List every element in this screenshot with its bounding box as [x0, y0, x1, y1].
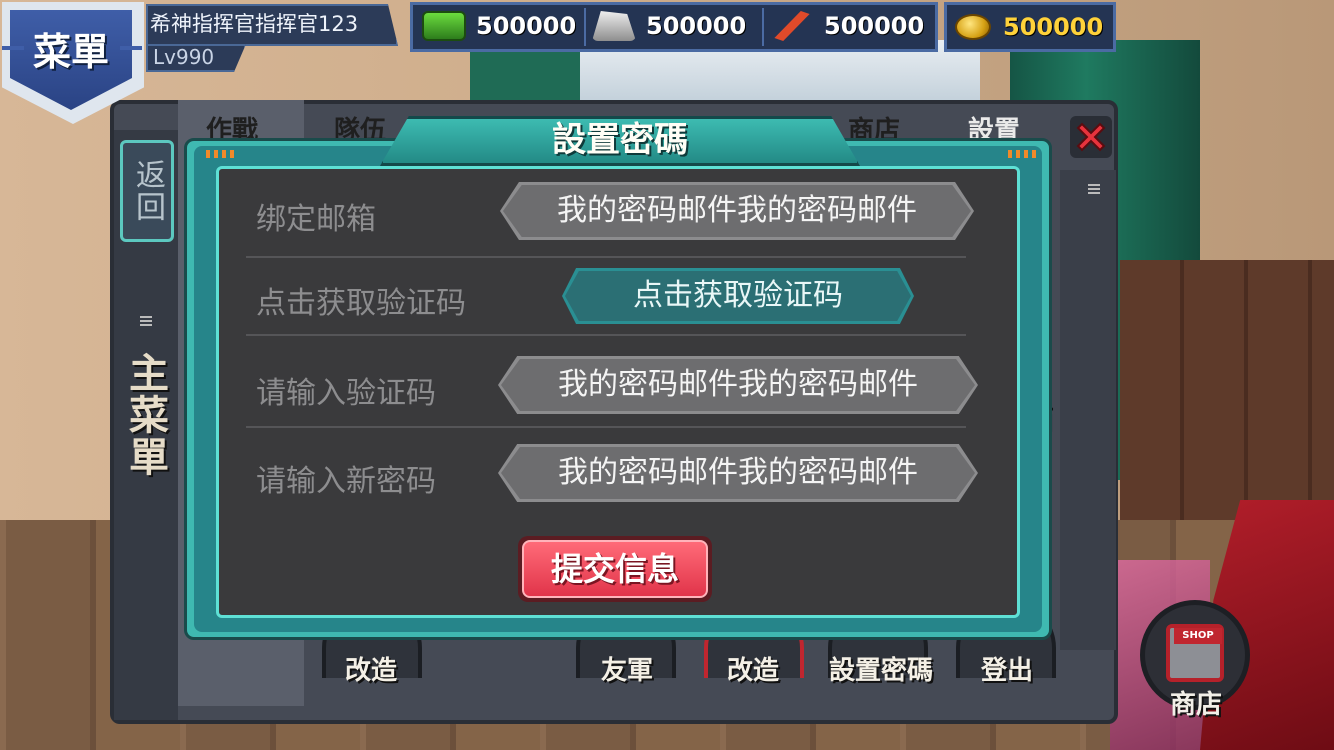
shop-sign: SHOP — [1174, 628, 1222, 644]
back-button[interactable]: 返回 — [120, 140, 174, 242]
resource-ammo[interactable]: 500000 — [422, 8, 576, 44]
player-level: Lv990 — [153, 45, 215, 69]
resource-value: 500000 — [476, 12, 577, 40]
submit-button-label: 提交信息 — [550, 550, 679, 588]
bind-email-value: 我的密码邮件我的密码邮件 — [557, 193, 917, 228]
bottom-button-logout[interactable]: 登出 — [952, 650, 1062, 696]
bind-email-field[interactable]: 我的密码邮件我的密码邮件 — [500, 182, 974, 240]
verify-code-label: 请输入验证码 — [256, 376, 436, 411]
bottom-button-upgrade[interactable]: 改造 — [316, 650, 426, 696]
dialog-title: 設置密碼 — [552, 120, 688, 160]
grip-icon — [1088, 184, 1100, 196]
badge-stripe — [2, 46, 24, 50]
new-password-label: 请输入新密码 — [256, 464, 436, 499]
submit-button[interactable]: 提交信息 — [518, 536, 712, 602]
ammo-crate-icon — [422, 11, 466, 41]
new-password-field[interactable]: 我的密码邮件我的密码邮件 — [498, 444, 978, 502]
bullets-icon — [774, 11, 810, 41]
row-divider — [246, 256, 966, 258]
resource-bullets[interactable]: 500000 — [770, 8, 924, 44]
bottom-button-allies[interactable]: 友軍 — [572, 650, 682, 696]
resource-steel[interactable]: 500000 — [592, 8, 746, 44]
corner-accent — [1008, 150, 1036, 158]
main-menu-title: 主菜單 — [122, 352, 169, 478]
steel-icon — [592, 11, 636, 41]
bottom-button-set-password[interactable]: 設置密碼 — [818, 650, 944, 696]
get-code-label: 点击获取验证码 — [256, 286, 466, 321]
gold-coin-icon — [955, 14, 991, 40]
get-code-button[interactable]: 点击获取验证码 — [562, 268, 914, 324]
resource-value: 500000 — [824, 12, 925, 40]
new-password-value: 我的密码邮件我的密码邮件 — [558, 455, 918, 490]
row-divider — [246, 426, 966, 428]
player-name: 希神指挥官指挥官123 — [150, 12, 359, 36]
verify-code-value: 我的密码邮件我的密码邮件 — [558, 367, 918, 402]
row-divider — [246, 334, 966, 336]
resource-divider — [762, 8, 764, 46]
right-rail — [1060, 170, 1116, 650]
verify-code-field[interactable]: 我的密码邮件我的密码邮件 — [498, 356, 978, 414]
grip-icon — [140, 316, 152, 328]
resource-value: 500000 — [646, 12, 747, 40]
badge-stripe — [120, 46, 142, 50]
get-code-button-label: 点击获取验证码 — [633, 278, 843, 313]
close-button[interactable] — [1068, 114, 1114, 160]
shop-label[interactable]: 商店 — [1170, 684, 1222, 721]
corner-accent — [206, 150, 234, 158]
gold-value: 500000 — [1003, 13, 1104, 41]
bind-email-label: 绑定邮箱 — [256, 202, 376, 237]
close-icon — [1070, 116, 1112, 158]
gold-bar[interactable]: 500000 — [944, 2, 1116, 52]
bottom-button-upgrade-2[interactable]: 改造 — [698, 650, 808, 696]
resource-divider — [584, 8, 586, 46]
